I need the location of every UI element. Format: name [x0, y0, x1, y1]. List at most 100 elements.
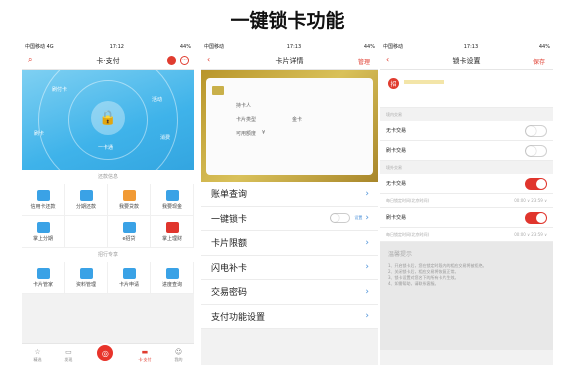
- hero-label: 消费: [160, 135, 171, 141]
- bank-logo-icon: 招: [388, 78, 399, 89]
- network-label: 4G: [46, 44, 54, 50]
- card-info: 持卡人 卡片类型 金卡 可用额度 ¥: [206, 78, 373, 175]
- tab-bar: ☆ 精选 ▭ 发现 ◎ ▬ 卡·支付 ☺ 我的: [22, 343, 194, 365]
- grid-item-label: 卡片管家: [32, 281, 53, 288]
- grid-item[interactable]: 卡片管家: [22, 262, 65, 294]
- tab-mine[interactable]: ☺ 我的: [175, 348, 183, 363]
- grid-item-label: 信用卡还款: [30, 203, 56, 210]
- feature-icon: [122, 189, 136, 201]
- screen-card-pay: 中国移动 4G 17:12 44% ⌕ 卡·支付 ··· 刷付卡 活动 刷卡 消…: [22, 41, 194, 365]
- avatar-icon[interactable]: [167, 56, 176, 65]
- status-bar: 中国移动 17:13 44%: [201, 41, 378, 52]
- grid-item[interactable]: [65, 216, 108, 248]
- feature-icon: [165, 189, 179, 201]
- card-number-masked: [404, 80, 444, 84]
- card-row: 卡片类型 金卡: [236, 117, 303, 123]
- toggle-switch[interactable]: [525, 211, 547, 224]
- grid-item-label: 分期还款: [75, 203, 96, 210]
- hero-label: 活动: [152, 97, 163, 103]
- tab-featured[interactable]: ☆ 精选: [33, 348, 41, 363]
- menu-card-limit[interactable]: 卡片限额 ›: [201, 231, 378, 256]
- search-icon[interactable]: ⌕: [28, 55, 32, 65]
- feature-icon: [36, 267, 50, 279]
- feature-icon: [165, 267, 179, 279]
- tab-label: 发现: [64, 357, 73, 362]
- hero-label: 刷卡: [34, 131, 45, 137]
- menu-bill-query[interactable]: 账单查询 ›: [201, 182, 378, 207]
- grid-item[interactable]: 资料管理: [65, 262, 108, 294]
- setting-link[interactable]: 设置: [354, 215, 362, 221]
- tab-card-pay[interactable]: ▬ 卡·支付: [138, 348, 151, 363]
- card-menu: 账单查询 › 一键锁卡 设置 › 卡片限额 › 闪电补卡 › 交易密码 › 支付功能设置…: [201, 182, 378, 329]
- hero-center-label: 一卡通: [98, 145, 114, 151]
- setting-row: 无卡交易: [380, 174, 553, 194]
- hero-label: 刷付卡: [52, 87, 68, 93]
- save-button[interactable]: 保存: [533, 57, 545, 66]
- chevron-right-icon: ›: [365, 286, 369, 297]
- back-icon[interactable]: ‹: [207, 55, 210, 64]
- grid-item-label: 我要现金: [161, 203, 182, 210]
- tip-line: 4、如需帮助，请联系客服。: [388, 281, 439, 286]
- grid-item[interactable]: e招贷: [108, 216, 151, 248]
- feature-grid-exclusive: 卡片管家 资料管理 卡片申请 进度查询: [22, 262, 194, 294]
- toggle-switch[interactable]: [525, 144, 547, 157]
- tab-label: 精选: [33, 357, 42, 362]
- time-label: 17:12: [109, 43, 124, 50]
- nav-bar: ‹ 卡片详情 管理: [201, 52, 378, 70]
- lock-icon[interactable]: 🔒: [91, 101, 125, 135]
- battery-label: 44%: [179, 43, 191, 50]
- setting-row: 刷卡交易: [380, 141, 553, 161]
- tab-discover[interactable]: ▭ 发现: [64, 348, 72, 363]
- time-range-row[interactable]: 每日锁定时间(北京时间) 00:00 ∨ 23:59 ∨: [380, 228, 553, 242]
- grid-item-label: 资料管理: [75, 281, 96, 288]
- grid-item[interactable]: 我要现金: [151, 184, 194, 216]
- feature-grid-repay: 信用卡还款 分期还款 我要贷款 我要现金掌上分期 e招贷 掌上理财: [22, 184, 194, 248]
- feature-icon: [36, 221, 50, 233]
- card-row: 可用额度 ¥: [236, 130, 266, 137]
- tab-label: 我的: [174, 357, 183, 362]
- toggle-switch[interactable]: [525, 124, 547, 137]
- manage-button[interactable]: 管理: [358, 57, 370, 66]
- bag-icon: ▭: [65, 348, 72, 356]
- toggle-switch[interactable]: [525, 177, 547, 190]
- carrier-label: 中国移动: [25, 44, 46, 50]
- card-row: 持卡人: [236, 103, 252, 109]
- more-icon[interactable]: ···: [180, 56, 189, 65]
- group-header: 境内交易: [380, 108, 553, 121]
- tab-scan[interactable]: ◎: [95, 343, 116, 363]
- chevron-right-icon: ›: [365, 237, 369, 248]
- card-icon: ▬: [141, 348, 149, 356]
- status-bar: 中国移动 17:13 44%: [380, 41, 553, 52]
- time-label: 17:13: [463, 43, 479, 50]
- nav-title: 卡·支付: [96, 56, 120, 65]
- lock-toggle[interactable]: [330, 213, 351, 224]
- grid-item[interactable]: 卡片申请: [108, 262, 151, 294]
- menu-trade-password[interactable]: 交易密码 ›: [201, 280, 378, 305]
- grid-item-label: 进度查询: [161, 281, 182, 288]
- tip-box: 温馨提示 1、开启锁卡后，您在锁定时段内的相应交易将被拒绝。 2、关闭锁卡后，相…: [380, 242, 553, 350]
- grid-item[interactable]: 掌上理财: [151, 216, 194, 248]
- hero-banner[interactable]: 刷付卡 活动 刷卡 消费 🔒 一卡通: [22, 70, 194, 170]
- menu-one-key-lock[interactable]: 一键锁卡 设置 ›: [201, 207, 378, 231]
- grid-item-label: 我要贷款: [118, 203, 139, 210]
- menu-flash-reissue[interactable]: 闪电补卡 ›: [201, 256, 378, 280]
- card-chip-icon: [212, 86, 224, 95]
- group-header: 境外交易: [380, 161, 553, 174]
- grid-item-label: 卡片申请: [118, 281, 139, 288]
- feature-icon: [79, 189, 93, 201]
- grid-item-label: 掌上分期: [32, 235, 53, 242]
- grid-item[interactable]: 进度查询: [151, 262, 194, 294]
- back-icon[interactable]: ‹: [386, 55, 389, 64]
- menu-payment-settings[interactable]: 支付功能设置 ›: [201, 305, 378, 329]
- tab-label: 卡·支付: [138, 357, 152, 362]
- grid-item[interactable]: 掌上分期: [22, 216, 65, 248]
- chevron-right-icon: ›: [365, 188, 369, 199]
- time-range-row[interactable]: 每日锁定时间(北京时间) 00:00 ∨ 23:59 ∨: [380, 194, 553, 208]
- grid-item[interactable]: 分期还款: [65, 184, 108, 216]
- grid-item[interactable]: 我要贷款: [108, 184, 151, 216]
- feature-icon: [79, 225, 93, 236]
- status-bar: 中国移动 4G 17:12 44%: [22, 41, 194, 52]
- grid-item[interactable]: 信用卡还款: [22, 184, 65, 216]
- setting-row: 刷卡交易: [380, 208, 553, 228]
- time-label: 17:13: [286, 43, 302, 50]
